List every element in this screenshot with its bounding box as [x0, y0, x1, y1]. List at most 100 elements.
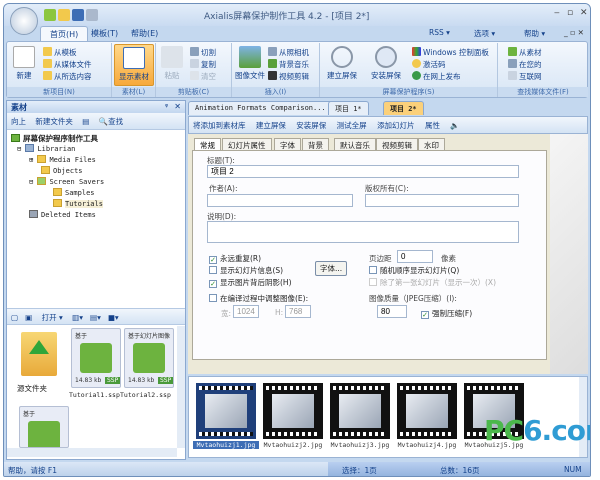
open-icon[interactable] — [58, 9, 70, 21]
copyright-input[interactable] — [365, 194, 519, 207]
film-frame-label[interactable]: Mvtaohuizj2.jpg — [260, 441, 326, 449]
add-to-library-button[interactable]: 将添加到素材库 — [193, 121, 246, 130]
rss-button[interactable]: RSS ▾ — [429, 28, 450, 37]
activation-button[interactable]: 激活码 — [412, 59, 446, 70]
sort-icon[interactable]: ▥▾ — [72, 313, 83, 322]
film-frame[interactable] — [263, 383, 323, 439]
film-frame[interactable] — [196, 383, 256, 439]
random-checkbox[interactable]: 随机顺序显示幻灯片(Q) — [369, 265, 459, 276]
title-input[interactable] — [207, 165, 519, 178]
new-file-icon[interactable]: ▢ — [11, 313, 18, 322]
close-button[interactable]: ✕ — [580, 8, 588, 18]
tab-help[interactable]: 帮助(E) — [122, 26, 167, 41]
image-file-button[interactable]: 图像文件 — [235, 46, 265, 81]
pin-button[interactable]: ᵠ — [165, 102, 168, 111]
quality-spinner[interactable] — [377, 305, 407, 318]
form-tab-background[interactable]: 背景 — [302, 138, 329, 150]
copy-button[interactable]: 复制 — [190, 59, 216, 70]
form-tab-font[interactable]: 字体 — [274, 138, 301, 150]
tree-item-librarian[interactable]: ⊟ Librarian — [11, 144, 181, 155]
form-tab-video[interactable]: 视频剪辑 — [376, 138, 418, 150]
parent-folder-label[interactable]: 源文件夹 — [17, 383, 47, 394]
form-tab-music[interactable]: 默认音乐 — [334, 138, 376, 150]
from-assets-button[interactable]: 从素材 — [508, 47, 542, 58]
tree-item-deleted[interactable]: Deleted Items — [11, 210, 181, 221]
app-menu-button[interactable] — [10, 7, 38, 35]
close-panel-button[interactable]: ✕ — [174, 102, 181, 111]
clear-button[interactable]: 清空 — [190, 71, 216, 82]
new-button[interactable]: 新建 — [11, 46, 37, 81]
show-assets-button[interactable]: 显示素材 — [114, 44, 154, 86]
form-tab-watermark[interactable]: 水印 — [418, 138, 445, 150]
view-mode-icon[interactable]: ▤▾ — [90, 313, 101, 322]
maximize-button[interactable]: ▫ — [567, 8, 573, 18]
file-name[interactable]: Tutorial1.ssp — [69, 391, 120, 399]
new-icon[interactable] — [44, 9, 56, 21]
add-slide-button[interactable]: 添加幻灯片 — [377, 121, 415, 130]
from-media-button[interactable]: 从媒体文件 — [43, 59, 92, 70]
parent-folder-icon[interactable] — [21, 332, 57, 376]
form-tab-slide[interactable]: 幻灯片属性 — [222, 138, 272, 150]
file-tutorial3[interactable]: 基于 — [19, 406, 69, 448]
tree-item-screen-savers[interactable]: ⊟ Screen Savers — [11, 177, 181, 188]
view-icon[interactable]: ▤ — [82, 117, 89, 126]
up-button[interactable]: 向上 — [11, 117, 26, 126]
width-spinner[interactable] — [233, 305, 259, 318]
tree-item-media-files[interactable]: ⊞ Media Files — [11, 155, 181, 166]
install-screensaver-button[interactable]: 安装屏保 — [368, 46, 404, 81]
film-frame-label[interactable]: Mvtaohuizj4.jpg — [394, 441, 460, 449]
on-computer-button[interactable]: 在您的 — [508, 59, 542, 70]
doc-tab-project1[interactable]: 项目 1* — [328, 101, 369, 115]
minimize-button[interactable]: ‒ — [554, 8, 560, 18]
height-spinner[interactable] — [285, 305, 311, 318]
resize-checkbox[interactable]: 在编译过程中调整图像(E): — [209, 293, 308, 304]
film-frame-label[interactable]: Mvtaohuizj3.jpg — [327, 441, 393, 449]
from-camera-button[interactable]: 从照相机 — [268, 47, 309, 58]
margin-spinner[interactable] — [397, 250, 433, 263]
file-name[interactable]: Tutorial2.ssp — [120, 391, 171, 399]
font-button[interactable]: 字体... — [315, 261, 348, 276]
from-selection-button[interactable]: 从所选内容 — [43, 71, 92, 82]
tree-root[interactable]: 屏幕保护程序制作工具 — [11, 133, 181, 144]
publish-button[interactable]: 在网上发布 — [412, 71, 461, 82]
doc-tab-animation[interactable]: Animation Formats Comparison... — [188, 101, 333, 115]
tab-templates[interactable]: 模板(T) — [82, 26, 127, 41]
tree-item-samples[interactable]: Samples — [11, 188, 181, 199]
copy-file-icon[interactable]: ▣ — [25, 313, 32, 322]
bg-music-button[interactable]: 背景音乐 — [268, 59, 309, 70]
tree-item-tutorials[interactable]: Tutorials — [11, 199, 181, 210]
build-button[interactable]: 建立屏保 — [256, 121, 286, 130]
test-fullscreen-button[interactable]: 测试全屏 — [337, 121, 367, 130]
properties-button[interactable]: 属性 — [425, 121, 440, 130]
find-button[interactable]: 🔍查找 — [99, 117, 130, 126]
help-button[interactable]: 帮助 ▾ — [524, 28, 545, 39]
except-first-checkbox[interactable]: 除了第一张幻灯片（显示一次）(X) — [369, 277, 496, 288]
new-folder-button[interactable]: 新建文件夹 — [35, 117, 73, 126]
internet-button[interactable]: 互联网 — [508, 71, 542, 82]
thumb-icon[interactable]: ■▾ — [108, 313, 119, 322]
file-tutorial2[interactable]: 基于幻灯片图像 14.83 kb SSP — [124, 328, 174, 388]
paste-button[interactable]: 粘贴 — [160, 46, 184, 81]
author-input[interactable] — [207, 194, 353, 207]
file-tutorial1[interactable]: 基于 14.83 kb SSP — [71, 328, 121, 388]
from-template-button[interactable]: 从模板 — [43, 47, 77, 58]
film-frame-label[interactable]: Mvtaohuizj1.jpg — [193, 441, 259, 449]
open-button[interactable]: 打开 ▾ — [42, 313, 63, 322]
options-button[interactable]: 选项 ▾ — [474, 28, 495, 39]
build-screensaver-button[interactable]: 建立屏保 — [324, 46, 360, 81]
tree-item-objects[interactable]: Objects — [11, 166, 181, 177]
print-icon[interactable] — [86, 9, 98, 21]
horizontal-scrollbar[interactable] — [7, 448, 177, 457]
vertical-scrollbar[interactable] — [177, 326, 185, 448]
show-info-checkbox[interactable]: 显示幻灯片信息(S) — [209, 265, 283, 276]
force-compress-checkbox[interactable]: ✓ 强制压缩(F) — [421, 308, 472, 319]
windows-panel-button[interactable]: Windows 控制面板 — [412, 47, 489, 58]
film-frame[interactable] — [330, 383, 390, 439]
save-icon[interactable] — [72, 9, 84, 21]
shadow-checkbox[interactable]: ✓ 显示图片背后阴影(H) — [209, 277, 292, 288]
mdi-controls[interactable]: _ ▫ ✕ — [564, 28, 584, 37]
cut-button[interactable]: 切割 — [190, 47, 216, 58]
repeat-checkbox[interactable]: ✓ 永远重复(R) — [209, 253, 261, 264]
sound-icon[interactable]: 🔈 — [450, 121, 459, 130]
install-button[interactable]: 安装屏保 — [296, 121, 326, 130]
